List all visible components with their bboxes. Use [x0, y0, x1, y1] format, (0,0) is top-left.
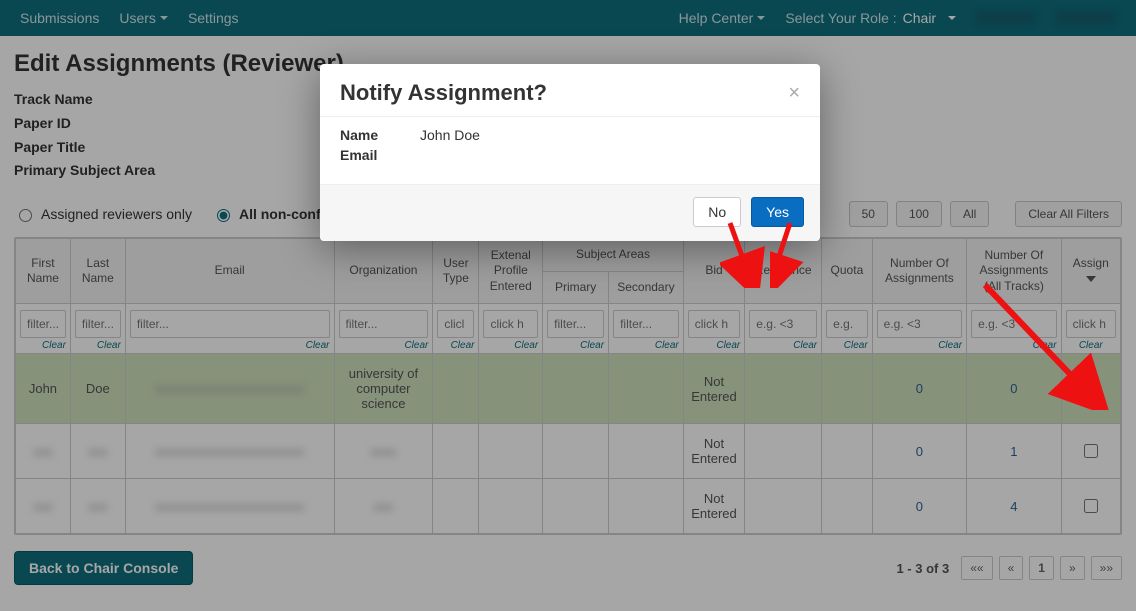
modal-name-value: John Doe — [420, 127, 800, 143]
modal-no-button[interactable]: No — [693, 197, 741, 227]
modal-email-label: Email — [340, 147, 420, 164]
modal-name-label: Name — [340, 127, 420, 143]
modal-yes-button[interactable]: Yes — [751, 197, 804, 227]
modal-email-value — [420, 147, 800, 164]
modal-close-button[interactable]: × — [788, 82, 800, 105]
modal-title: Notify Assignment? — [340, 80, 547, 106]
notify-assignment-modal: Notify Assignment? × Name John Doe Email… — [320, 64, 820, 241]
